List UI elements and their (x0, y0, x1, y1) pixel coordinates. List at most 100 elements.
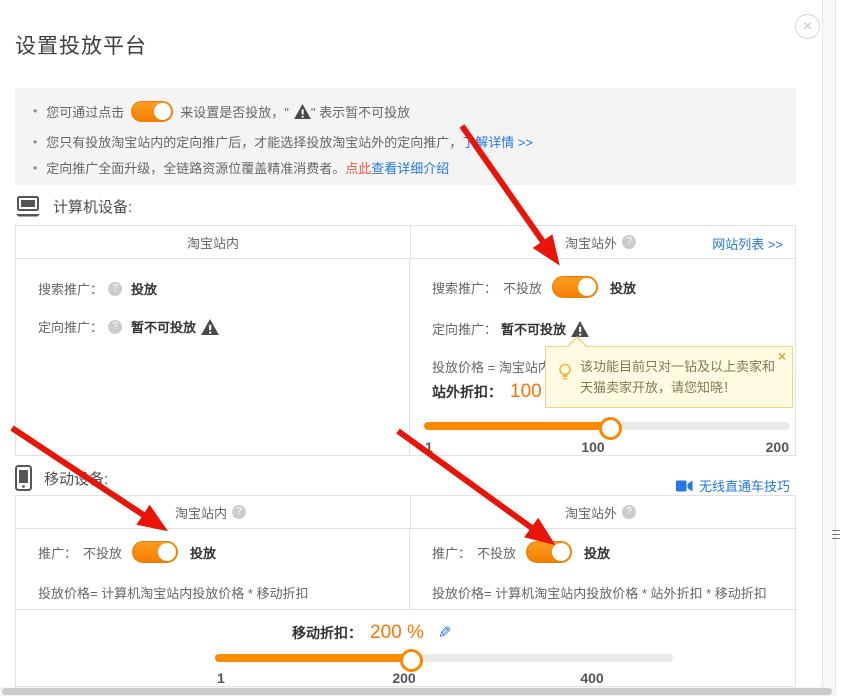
computer-table-header: 淘宝站内 淘宝站外 ? 网站列表 >> (16, 226, 795, 259)
seller-level-tooltip: 该功能目前只对一钻及以上卖家和天猫卖家开放，请您知晓！ × (545, 346, 793, 408)
notice-3-text: 定向推广全面升级，全链路资源位覆盖精准消费者。 (46, 158, 345, 177)
video-camera-icon (676, 480, 693, 492)
computer-onsite-header-label: 淘宝站内 (187, 233, 239, 252)
wireless-tips-link-row: 无线直通车技巧 (676, 476, 790, 495)
targeted-promo-label: 定向推广： (432, 319, 497, 338)
computer-icon (15, 196, 41, 217)
toggle-knob (578, 278, 596, 296)
mobile-onsite-promo-row: 推广： 不投放 投放 (38, 541, 216, 563)
computer-section-heading: 计算机设备: (15, 196, 132, 217)
notice-1-post: " 表示暂不可投放 (311, 102, 410, 121)
computer-offsite-targeted-row: 定向推广： 暂不可投放 (432, 319, 589, 338)
targeted-promo-status: 暂不可投放 (131, 317, 196, 336)
mobile-onsite-header-label: 淘宝站内 (175, 503, 227, 522)
tooltip-text: 该功能目前只对一钻及以上卖家和天猫卖家开放，请您知晓！ (580, 356, 778, 398)
site-list-link[interactable]: 网站列表 >> (712, 234, 783, 253)
promo-label: 推广： (38, 543, 77, 562)
mobile-onsite-formula: 投放价格= 计算机淘宝站内投放价格 * 移动折扣 (38, 583, 309, 602)
mobile-section-title: 移动设备: (44, 468, 108, 489)
notice-item-2: • 您只有投放淘宝站内的定向推广后，才能选择投放淘宝站外的定向推广， 了解详情 … (33, 132, 778, 151)
targeted-promo-status: 暂不可投放 (501, 319, 566, 338)
toggle-on-label: 投放 (190, 543, 216, 562)
edit-pencil-icon[interactable]: ✎ (438, 623, 451, 643)
toggle-on-label: 投放 (610, 278, 636, 297)
horizontal-scrollbar[interactable] (0, 687, 837, 696)
mobile-icon (15, 465, 32, 491)
toggle-knob (154, 103, 171, 120)
toggle-on-label: 投放 (584, 543, 610, 562)
learn-more-link[interactable]: 了解详情 >> (462, 132, 533, 151)
page-title: 设置投放平台 (15, 30, 147, 60)
close-icon[interactable]: × (795, 14, 820, 39)
computer-offsite-header: 淘宝站外 ? 网站列表 >> (411, 226, 795, 258)
mobile-discount: 移动折扣： 200 % ✎ (292, 622, 451, 644)
computer-offsite-search-row: 搜索推广： 不投放 投放 (432, 276, 636, 298)
toggle-knob (158, 543, 176, 561)
help-icon[interactable]: ? (108, 282, 122, 296)
mobile-discount-label: 移动折扣： (292, 623, 362, 643)
toggle-off-label: 不投放 (477, 543, 516, 562)
click-here-link[interactable]: 点此 (345, 158, 371, 177)
offsite-discount-slider[interactable] (424, 417, 790, 435)
mobile-offsite-formula: 投放价格= 计算机淘宝站内投放价格 * 站外折扣 * 移动折扣 (432, 583, 767, 602)
warning-icon (571, 321, 589, 337)
mobile-discount-slider[interactable] (215, 649, 673, 667)
vertical-scrollbar[interactable] (822, 0, 836, 696)
slider-handle[interactable] (400, 649, 423, 672)
tooltip-close-icon[interactable]: × (778, 348, 786, 364)
mobile-table-header: 淘宝站内 ? 淘宝站外 ? (16, 496, 795, 529)
bullet-icon: • (33, 104, 37, 118)
offsite-discount-label: 站外折扣： (432, 382, 502, 402)
slider-handle[interactable] (599, 417, 622, 440)
mobile-discount-value: 200 % (370, 622, 424, 644)
mobile-onsite-header: 淘宝站内 ? (16, 496, 411, 528)
notice-panel: • 您可通过点击 来设置是否投放，" " 表示暂不可投放 • 您只有投放淘宝站内… (15, 88, 796, 185)
notice-2-text: 您只有投放淘宝站内的定向推广后，才能选择投放淘宝站外的定向推广， (46, 132, 462, 151)
slider-tick-mid: 200 (392, 670, 415, 686)
slider-tick-mid: 100 (581, 439, 604, 455)
help-icon[interactable]: ? (108, 320, 122, 334)
help-icon[interactable]: ? (622, 505, 636, 519)
toggle-knob (552, 543, 570, 561)
warning-icon (294, 104, 311, 119)
horizontal-scrollbar-thumb[interactable] (2, 688, 832, 695)
mobile-onsite-cell: 推广： 不投放 投放 投放价格= 计算机淘宝站内投放价格 * 移动折扣 (16, 529, 410, 609)
computer-table: 淘宝站内 淘宝站外 ? 网站列表 >> 搜索推广： ? 投放 定向推广： ? 暂… (15, 225, 796, 456)
slider-fill (424, 422, 610, 430)
search-promo-status: 投放 (131, 279, 157, 298)
search-promo-label: 搜索推广： (432, 278, 497, 297)
mobile-table-body: 推广： 不投放 投放 投放价格= 计算机淘宝站内投放价格 * 移动折扣 推广： … (16, 529, 795, 609)
help-icon[interactable]: ? (232, 505, 246, 519)
wireless-tips-link[interactable]: 无线直通车技巧 (699, 476, 790, 495)
mobile-onsite-toggle[interactable] (132, 541, 178, 563)
mobile-offsite-header: 淘宝站外 ? (411, 496, 795, 528)
mobile-offsite-toggle[interactable] (526, 541, 572, 563)
mobile-table-footer: 移动折扣： 200 % ✎ 1 200 400 (16, 609, 795, 686)
slider-tick-min: 1 (217, 670, 225, 686)
set-delivery-platform-dialog: 设置投放平台 × • 您可通过点击 来设置是否投放，" " 表示暂不可投放 • … (0, 0, 841, 696)
help-icon[interactable]: ? (622, 235, 636, 249)
toggle-example-icon (131, 101, 173, 122)
notice-item-3: • 定向推广全面升级，全链路资源位覆盖精准消费者。 点此 查看详细介绍 (33, 158, 778, 177)
computer-onsite-header: 淘宝站内 (16, 226, 411, 258)
mobile-section-heading: 移动设备: (15, 465, 108, 491)
resize-grip[interactable] (832, 530, 840, 542)
view-intro-link[interactable]: 查看详细介绍 (371, 158, 449, 177)
toggle-off-label: 不投放 (83, 543, 122, 562)
slider-tick-max: 200 (766, 439, 789, 455)
computer-onsite-cell: 搜索推广： ? 投放 定向推广： ? 暂不可投放 (16, 259, 410, 455)
notice-1-mid: 来设置是否投放，" (180, 102, 289, 121)
computer-section-title: 计算机设备: (53, 196, 132, 217)
computer-onsite-targeted-row: 定向推广： ? 暂不可投放 (38, 317, 219, 336)
mobile-table: 淘宝站内 ? 淘宝站外 ? 推广： 不投放 投放 投放价格= 计算机淘宝站内投放… (15, 495, 796, 687)
offsite-search-toggle[interactable] (552, 276, 598, 298)
notice-item-1: • 您可通过点击 来设置是否投放，" " 表示暂不可投放 (33, 99, 778, 123)
targeted-promo-label: 定向推广： (38, 317, 103, 336)
computer-onsite-search-row: 搜索推广： ? 投放 (38, 279, 157, 298)
computer-offsite-header-label: 淘宝站外 (565, 233, 617, 252)
search-promo-label: 搜索推广： (38, 279, 103, 298)
bulb-icon (558, 363, 572, 383)
mobile-offsite-promo-row: 推广： 不投放 投放 (432, 541, 610, 563)
mobile-offsite-header-label: 淘宝站外 (565, 503, 617, 522)
bullet-icon: • (33, 135, 37, 149)
